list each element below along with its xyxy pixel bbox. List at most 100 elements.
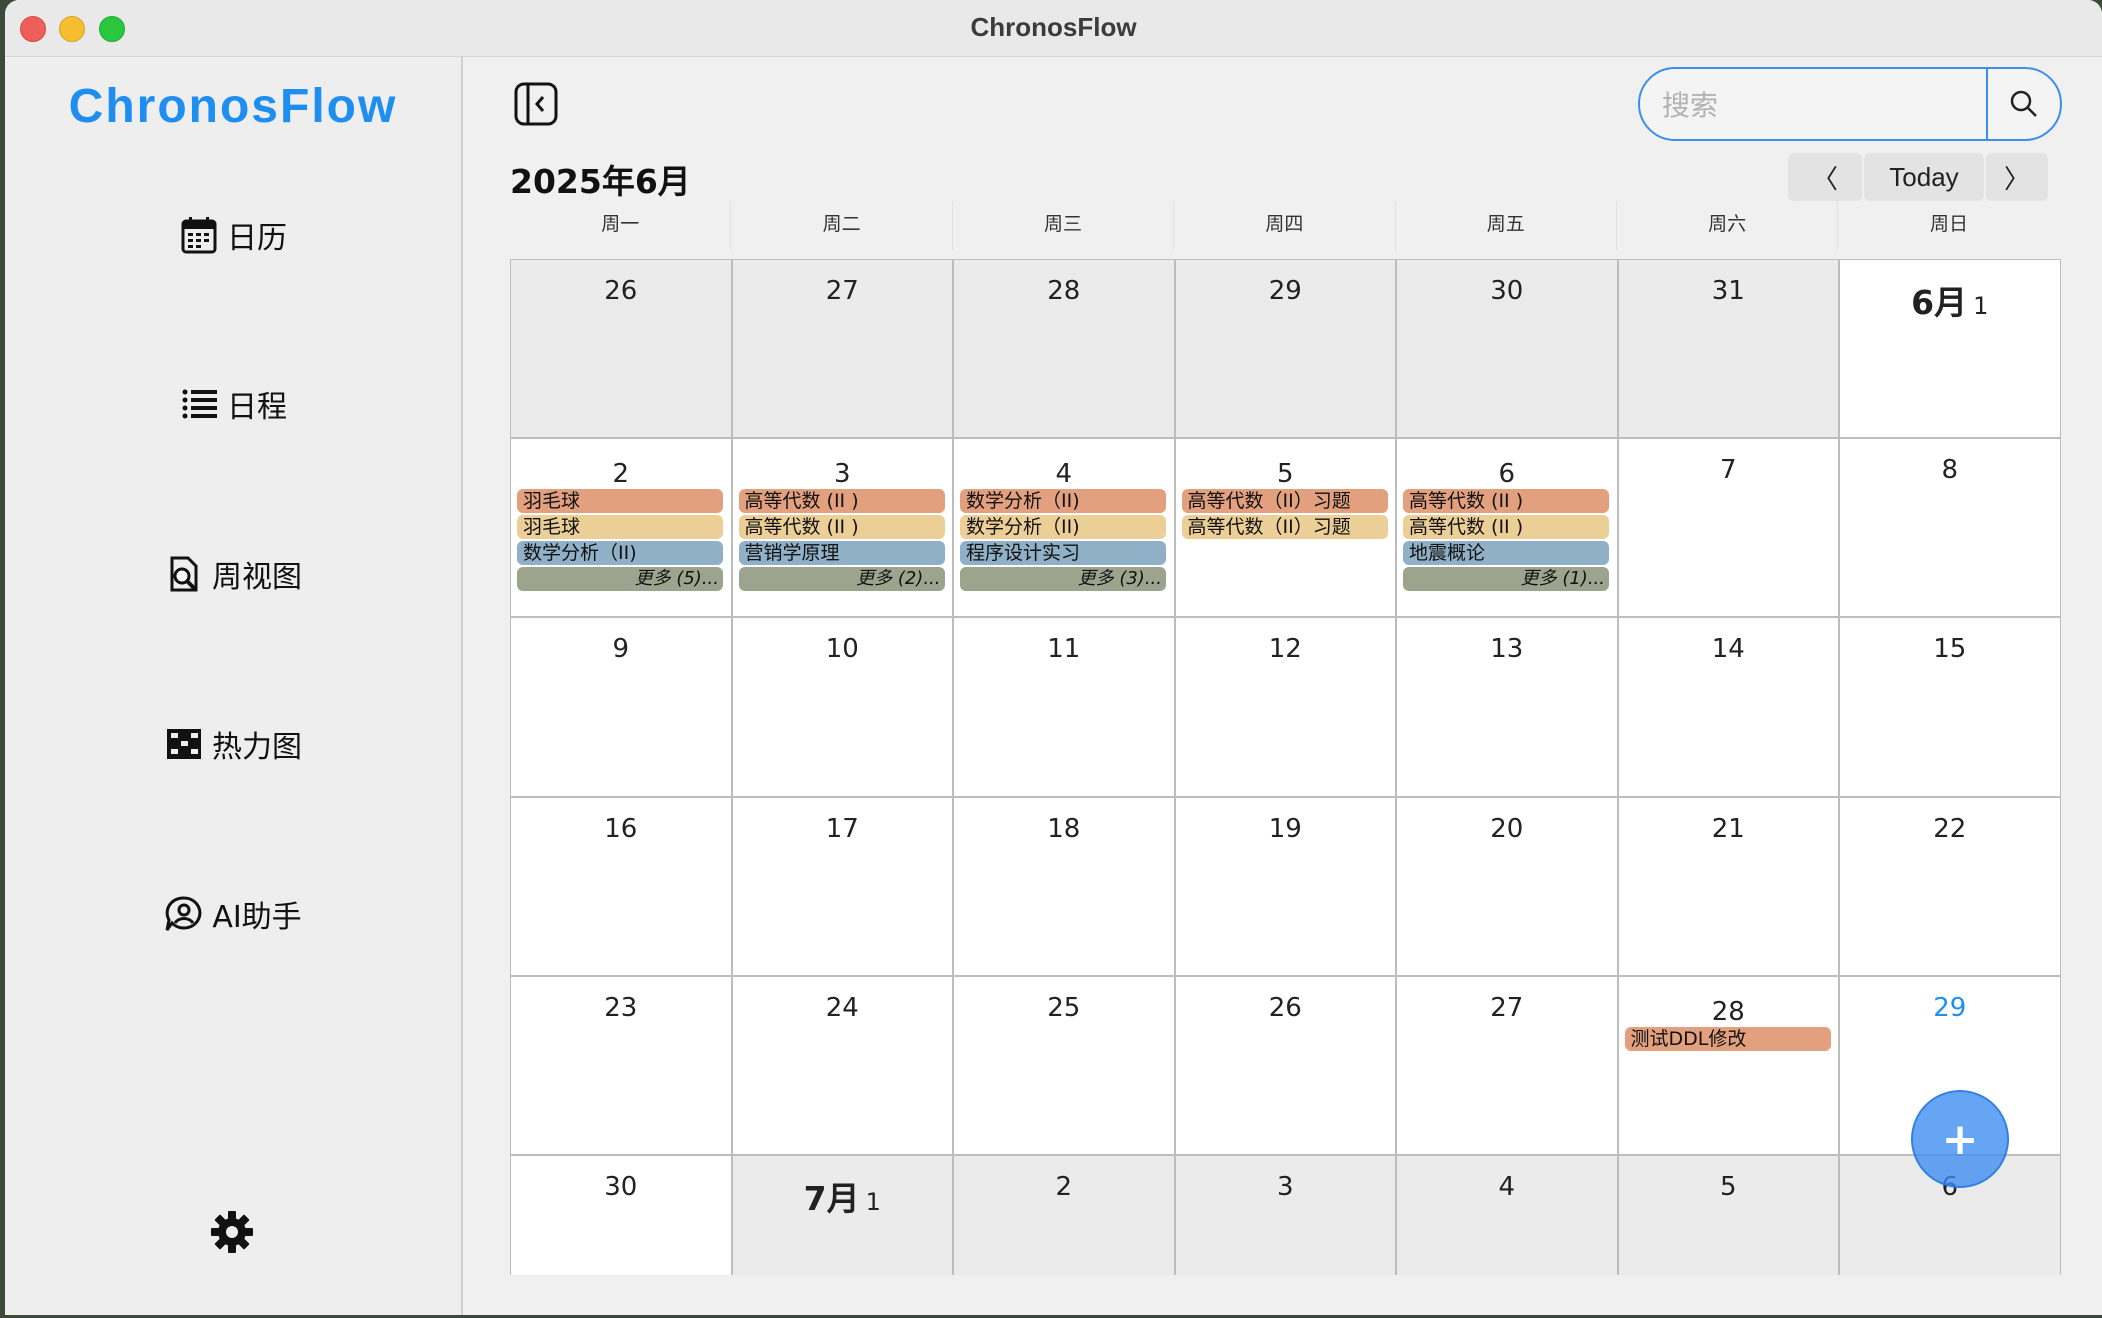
day-cell[interactable]: 6 高等代数 (II ) 高等代数 (II ) 地震概论 更多 (1)...: [1396, 438, 1618, 618]
day-cell[interactable]: 23: [510, 975, 732, 1155]
event-chip[interactable]: 高等代数（II）习题: [1181, 515, 1388, 540]
event-chip[interactable]: 高等代数 (II ): [1403, 489, 1609, 514]
day-number: 23: [604, 992, 638, 1023]
day-number: 18: [1047, 813, 1081, 844]
sidebar-item-heatmap[interactable]: 热力图: [5, 709, 461, 779]
day-number: 4: [1498, 1172, 1516, 1202]
day-cell[interactable]: 16: [510, 796, 732, 976]
search-input[interactable]: [1660, 69, 1984, 139]
event-chip[interactable]: 测试DDL修改: [1624, 1026, 1831, 1051]
day-cell[interactable]: 6月 1: [1839, 259, 2061, 439]
day-number: 20: [1490, 813, 1524, 844]
event-chip[interactable]: 羽毛球: [517, 489, 723, 514]
day-cell[interactable]: 4: [1396, 1155, 1618, 1275]
day-cell[interactable]: 26: [510, 259, 732, 439]
event-chip[interactable]: 数学分析（II): [517, 541, 723, 566]
day-number: 3: [833, 459, 851, 490]
more-events-chip[interactable]: 更多 (3)...: [960, 567, 1166, 592]
event-chip[interactable]: 数学分析（II): [960, 515, 1166, 540]
event-chip[interactable]: 数学分析（II): [960, 489, 1166, 514]
event-chip[interactable]: 高等代数 (II ): [1403, 515, 1609, 540]
day-cell[interactable]: 30: [1396, 259, 1618, 439]
month-label: 7月: [803, 1179, 860, 1218]
day-number: 31: [1711, 276, 1745, 306]
day-cell[interactable]: 2 羽毛球 羽毛球 数学分析（II) 更多 (5)...: [510, 438, 732, 618]
sidebar-toggle-icon[interactable]: [513, 81, 559, 127]
day-cell[interactable]: 15: [1839, 617, 2061, 797]
sidebar-item-week-view[interactable]: 周视图: [5, 539, 461, 609]
day-number: 13: [1490, 634, 1524, 665]
day-cell[interactable]: 22: [1839, 796, 2061, 976]
search-icon: [2010, 90, 2037, 117]
day-number: 8: [1941, 455, 1959, 486]
day-number: 29: [1268, 276, 1302, 306]
more-events-chip[interactable]: 更多 (5)...: [517, 567, 723, 592]
sidebar: ChronosFlow 日历 日程 周视图 热力图 AI助手: [5, 57, 463, 1315]
day-number: 14: [1711, 634, 1745, 665]
day-number: 25: [1047, 992, 1081, 1023]
day-cell[interactable]: 5: [1617, 1155, 1839, 1275]
day-cell[interactable]: 2: [953, 1155, 1175, 1275]
day-cell[interactable]: 4 数学分析（II) 数学分析（II) 程序设计实习 更多 (3)...: [953, 438, 1175, 618]
day-number: 11: [1047, 634, 1081, 665]
day-cell[interactable]: 10: [731, 617, 953, 797]
day-cell[interactable]: 28: [953, 259, 1175, 439]
event-chip[interactable]: 程序设计实习: [960, 541, 1166, 566]
more-events-chip[interactable]: 更多 (2)...: [738, 567, 945, 592]
prev-month-button[interactable]: 〈: [1788, 153, 1862, 201]
day-cell[interactable]: 28 测试DDL修改: [1617, 975, 1839, 1155]
day-cell[interactable]: 20: [1396, 796, 1618, 976]
day-cell[interactable]: 27: [1396, 975, 1618, 1155]
day-number: 21: [1711, 813, 1745, 844]
calendar-icon: [181, 217, 217, 254]
sidebar-item-schedule[interactable]: 日程: [5, 369, 461, 439]
next-month-button[interactable]: 〉: [1986, 153, 2048, 201]
day-cell[interactable]: 27: [731, 259, 953, 439]
day-cell[interactable]: 29: [1174, 259, 1396, 439]
gear-icon[interactable]: [210, 1210, 254, 1254]
day-cell[interactable]: 19: [1174, 796, 1396, 976]
more-events-chip[interactable]: 更多 (1)...: [1403, 567, 1609, 592]
day-number: 29: [1933, 992, 1967, 1023]
day-cell[interactable]: 24: [731, 975, 953, 1155]
day-cell[interactable]: 3 高等代数 (II ) 高等代数 (II ) 营销学原理 更多 (2)...: [731, 438, 953, 618]
day-cell[interactable]: 25: [953, 975, 1175, 1155]
day-number: 2: [1055, 1172, 1073, 1202]
day-cell[interactable]: 8: [1839, 438, 2061, 618]
event-chip[interactable]: 高等代数 (II ): [738, 489, 945, 514]
day-cell[interactable]: 7月 1: [731, 1155, 953, 1275]
event-chip[interactable]: 地震概论: [1403, 541, 1609, 566]
day-cell[interactable]: 12: [1174, 617, 1396, 797]
day-cell[interactable]: 26: [1174, 975, 1396, 1155]
event-chip[interactable]: 高等代数 (II ): [738, 515, 945, 540]
day-number: 5: [1719, 1172, 1737, 1202]
day-cell[interactable]: 13: [1396, 617, 1618, 797]
sidebar-item-calendar[interactable]: 日历: [5, 200, 461, 270]
day-cell[interactable]: 5 高等代数（II）习题 高等代数（II）习题: [1174, 438, 1396, 618]
day-cell[interactable]: 17: [731, 796, 953, 976]
weekday-label: 周五: [1396, 201, 1617, 251]
day-cell[interactable]: 7: [1617, 438, 1839, 618]
today-button[interactable]: Today: [1864, 153, 1984, 201]
ai-assistant-icon: [165, 896, 202, 931]
event-chip[interactable]: 营销学原理: [738, 541, 945, 566]
day-cell[interactable]: 31: [1617, 259, 1839, 439]
day-cell[interactable]: 30: [510, 1155, 732, 1275]
day-cell[interactable]: 18: [953, 796, 1175, 976]
day-cell[interactable]: 9: [510, 617, 732, 797]
day-cell[interactable]: 21: [1617, 796, 1839, 976]
day-number: 15: [1933, 634, 1967, 665]
day-number: 12: [1268, 634, 1302, 665]
day-cell[interactable]: 14: [1617, 617, 1839, 797]
day-number: 26: [604, 276, 638, 306]
day-cell[interactable]: 3: [1174, 1155, 1396, 1275]
event-chip[interactable]: 高等代数（II）习题: [1181, 489, 1388, 514]
sidebar-item-ai-assistant[interactable]: AI助手: [5, 879, 461, 949]
sidebar-item-label: AI助手: [212, 900, 302, 935]
day-cell[interactable]: 11: [953, 617, 1175, 797]
event-chip[interactable]: 羽毛球: [517, 515, 723, 540]
add-event-button[interactable]: +: [1911, 1090, 2009, 1188]
week-view-icon: [170, 556, 198, 592]
search-button[interactable]: [1986, 69, 2060, 139]
day-label: 1: [1973, 292, 1989, 320]
